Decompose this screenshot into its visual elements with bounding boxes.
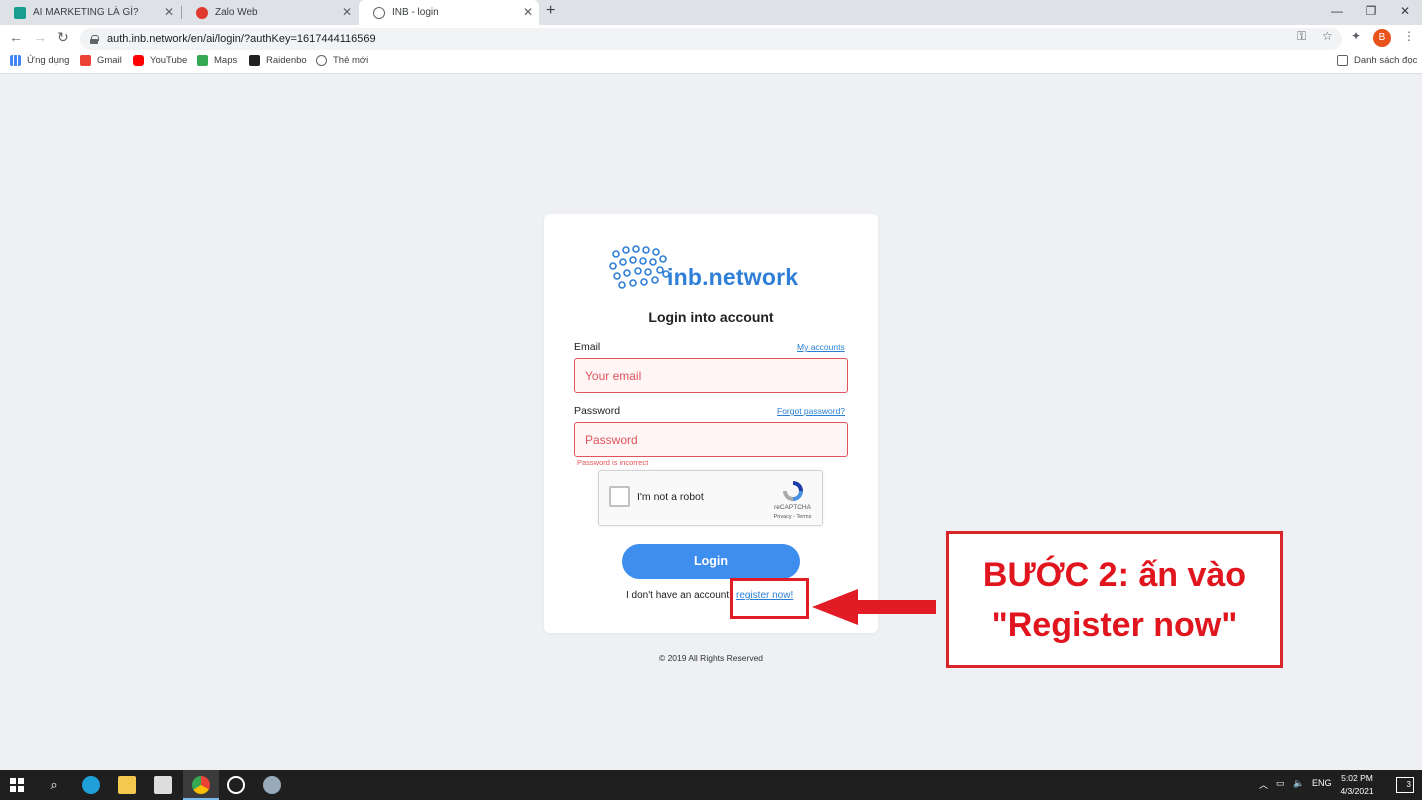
copyright-footer: © 2019 All Rights Reserved xyxy=(658,653,764,663)
bookmark-label: Ứng dụng xyxy=(27,55,70,66)
forward-arrow-icon[interactable]: → xyxy=(33,29,47,45)
email-label: Email xyxy=(574,341,601,353)
raidenbo-icon xyxy=(249,55,260,66)
recaptcha-checkbox[interactable] xyxy=(609,486,630,507)
tab-label: Zalo Web xyxy=(215,7,258,18)
notification-count: 3 xyxy=(1406,780,1411,789)
reading-list-label: Danh sách đọc xyxy=(1354,55,1418,66)
email-field[interactable]: Your email xyxy=(574,358,848,393)
bookmark-youtube[interactable]: YouTube xyxy=(133,55,187,66)
window-close-button[interactable]: ✕ xyxy=(1388,0,1422,25)
chrome-icon[interactable] xyxy=(192,776,210,794)
tray-expand-icon[interactable]: ︿ xyxy=(1259,778,1268,791)
ai-marketing-favicon xyxy=(14,6,26,19)
bookmark-raidenbo[interactable]: Raidenbo xyxy=(249,55,307,66)
recaptcha-label: I'm not a robot xyxy=(637,491,704,503)
clock-time: 5:02 PM xyxy=(1341,773,1373,783)
edge-icon[interactable] xyxy=(82,776,100,794)
bookmark-label: YouTube xyxy=(150,55,188,66)
obs-icon[interactable] xyxy=(227,776,245,794)
zalo-favicon xyxy=(196,6,208,19)
language-indicator[interactable]: ENG xyxy=(1312,778,1332,788)
menu-kebab-icon[interactable]: ⋮ xyxy=(1403,29,1415,43)
clock-date: 4/3/2021 xyxy=(1340,786,1374,796)
instruction-line-2: "Register now" xyxy=(991,605,1238,644)
url-text: auth.inb.network/en/ai/login/?authKey=16… xyxy=(107,33,376,45)
login-button[interactable]: Login xyxy=(622,544,800,579)
youtube-icon xyxy=(133,55,144,66)
new-tab-button[interactable]: + xyxy=(546,2,555,20)
recaptcha-terms[interactable]: Privacy - Terms xyxy=(770,514,815,520)
tab-inb-login[interactable]: INB - login ✕ xyxy=(359,0,539,25)
globe-icon xyxy=(373,6,385,19)
browser-toolbar: ← → ↻ auth.inb.network/en/ai/login/?auth… xyxy=(0,25,1422,52)
bookmark-maps[interactable]: Maps xyxy=(197,55,237,66)
password-placeholder: Password xyxy=(585,432,638,447)
file-explorer-icon[interactable] xyxy=(118,776,136,794)
windows-start-icon[interactable] xyxy=(10,778,24,792)
tab-ai-marketing[interactable]: AI MARKETING LÀ GÌ? ✕ xyxy=(0,0,180,25)
volume-icon[interactable]: 🔈 xyxy=(1293,778,1304,789)
instruction-callout: BƯỚC 2: ấn vào "Register now" xyxy=(946,531,1283,668)
key-icon[interactable]: ⚿ xyxy=(1297,29,1306,44)
password-label: Password xyxy=(574,405,621,417)
profile-avatar[interactable]: B xyxy=(1373,29,1391,47)
reading-list[interactable]: Danh sách đọc xyxy=(1337,55,1417,66)
tab-label: AI MARKETING LÀ GÌ? xyxy=(33,7,139,18)
inb-network-logo-icon xyxy=(609,245,670,289)
close-icon[interactable]: ✕ xyxy=(164,5,174,19)
email-placeholder: Your email xyxy=(585,368,642,383)
no-account-text: I don't have an account xyxy=(626,590,730,601)
lock-icon xyxy=(90,34,99,44)
reload-icon[interactable]: ↻ xyxy=(57,29,69,46)
password-error: Password is incorrect xyxy=(577,458,649,467)
bookmark-apps[interactable]: Ứng dụng xyxy=(10,55,69,66)
close-icon[interactable]: ✕ xyxy=(523,5,533,19)
system-clock[interactable]: 5:02 PM 4/3/2021 xyxy=(1336,772,1378,798)
restore-button[interactable]: ❐ xyxy=(1354,0,1388,25)
extensions-icon[interactable]: ✦ xyxy=(1351,29,1361,43)
apps-grid-icon xyxy=(10,55,21,66)
address-bar[interactable]: auth.inb.network/en/ai/login/?authKey=16… xyxy=(80,28,1342,50)
bookmark-star-icon[interactable]: ☆ xyxy=(1322,29,1333,43)
network-icon[interactable]: ▭ xyxy=(1276,778,1285,789)
gmail-icon xyxy=(80,55,91,66)
page-title: Login into account xyxy=(648,309,774,325)
bookmark-label: Raidenbo xyxy=(266,55,307,66)
register-highlight-box xyxy=(730,578,809,619)
tab-label: INB - login xyxy=(392,7,439,18)
bookmark-the-moi[interactable]: Thẻ mới xyxy=(316,55,368,66)
my-accounts-link[interactable]: My accounts xyxy=(797,342,845,352)
red-arrow-icon xyxy=(812,589,936,625)
instruction-line-1: BƯỚC 2: ấn vào xyxy=(982,555,1247,594)
back-arrow-icon[interactable]: ← xyxy=(9,29,23,45)
search-icon[interactable]: ⌕ xyxy=(45,776,63,794)
notification-center-icon[interactable]: 3 xyxy=(1396,777,1414,793)
store-icon[interactable] xyxy=(154,776,172,794)
bookmark-label: Gmail xyxy=(97,55,122,66)
maps-icon xyxy=(197,55,208,66)
close-icon[interactable]: ✕ xyxy=(342,5,352,19)
tab-zalo-web[interactable]: Zalo Web ✕ xyxy=(182,0,358,25)
forgot-password-link[interactable]: Forgot password? xyxy=(777,406,845,416)
password-field[interactable]: Password xyxy=(574,422,848,457)
recaptcha-brand: reCAPTCHA xyxy=(774,504,811,511)
bookmarks-bar: Ứng dụng Gmail YouTube Maps Raidenbo Thẻ… xyxy=(0,52,1422,74)
globe-icon xyxy=(316,55,327,66)
bookmark-label: Thẻ mới xyxy=(333,55,369,66)
tab-bar: AI MARKETING LÀ GÌ? ✕ Zalo Web ✕ INB - l… xyxy=(0,0,1422,25)
bookmark-gmail[interactable]: Gmail xyxy=(80,55,122,66)
app-icon[interactable] xyxy=(263,776,281,794)
recaptcha-logo-icon xyxy=(783,481,803,501)
bookmark-label: Maps xyxy=(214,55,238,66)
brand-name: inb.network xyxy=(667,264,799,290)
reading-list-icon xyxy=(1337,55,1348,66)
minimize-button[interactable]: — xyxy=(1320,0,1354,25)
